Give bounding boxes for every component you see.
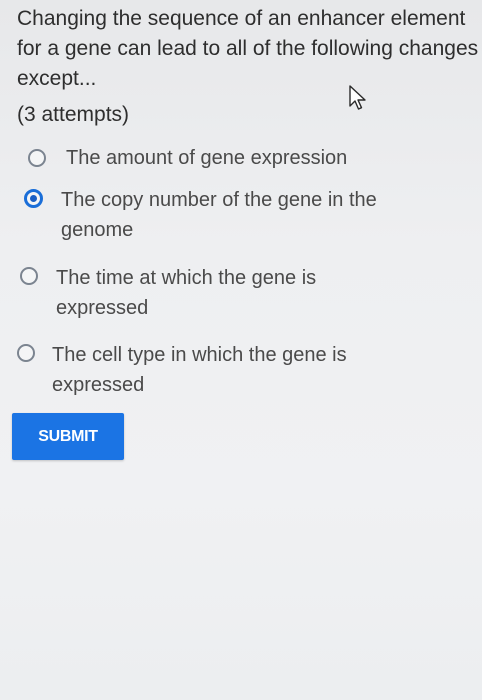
attempts-count: (3 attempts)	[17, 103, 130, 126]
mouse-pointer-icon	[349, 85, 366, 110]
radio-button[interactable]	[20, 267, 38, 285]
option-expression-timing[interactable]: The time at which the gene is expressed	[20, 263, 350, 323]
option-gene-expression-amount[interactable]: The amount of gene expression	[28, 143, 448, 173]
question-text: Changing the sequence of an enhancer ele…	[17, 7, 479, 90]
radio-button[interactable]	[17, 344, 35, 362]
option-cell-type[interactable]: The cell type in which the gene is expre…	[17, 340, 377, 400]
option-label: The cell type in which the gene is expre…	[52, 344, 347, 396]
radio-button[interactable]	[28, 149, 46, 167]
option-label: The time at which the gene is expressed	[56, 267, 317, 319]
option-label: The copy number of the gene in the genom…	[61, 189, 377, 241]
submit-button[interactable]: SUBMIT	[12, 413, 124, 460]
radio-button-selected[interactable]	[24, 189, 43, 208]
option-label: The amount of gene expression	[66, 147, 348, 169]
option-copy-number[interactable]: The copy number of the gene in the genom…	[24, 185, 404, 245]
